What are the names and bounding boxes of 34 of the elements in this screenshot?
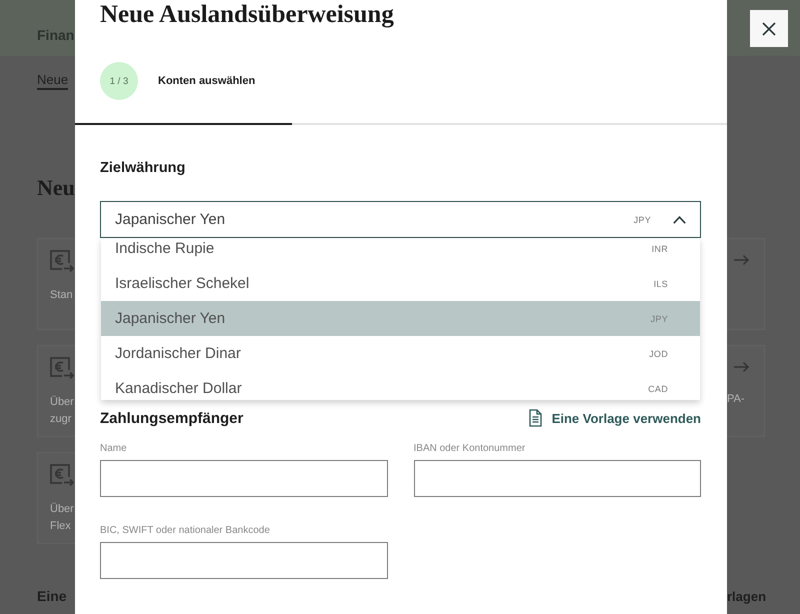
chevron-up-icon <box>673 216 686 224</box>
dialog-title: Neue Auslandsüberweisung <box>100 2 394 28</box>
field-label: BIC, SWIFT oder nationaler Bankcode <box>100 525 271 536</box>
step-indicator: 1 / 3 <box>100 62 138 100</box>
step-label: Konten auswählen <box>158 75 256 87</box>
currency-option[interactable]: Kanadischer Dollar CAD <box>101 371 700 400</box>
section-heading: Eine <box>37 588 67 605</box>
field-label: IBAN oder Kontonummer <box>414 443 526 454</box>
euro-transfer-icon <box>50 464 75 487</box>
section-heading: Zahlungsempfänger <box>100 410 244 426</box>
section-heading: rlagen <box>727 588 765 605</box>
template-link[interactable]: Eine Vorlage verwenden <box>528 409 701 427</box>
text-field[interactable] <box>414 460 701 497</box>
card-description: PA- <box>727 392 745 407</box>
text-field[interactable] <box>100 460 388 497</box>
field-label: Name <box>100 443 128 454</box>
field-heading: Zielwährung <box>100 159 186 177</box>
currency-option[interactable]: Israelischer Schekel ILS <box>101 266 700 301</box>
currency-option[interactable]: Indische Rupie INR <box>101 238 700 266</box>
arrow-right-icon <box>734 362 749 372</box>
card-description: Über Flex <box>50 502 75 534</box>
card-description: Über zugr <box>50 394 75 427</box>
close-icon <box>762 22 776 36</box>
text-field[interactable] <box>100 542 388 579</box>
euro-transfer-icon <box>50 250 75 273</box>
arrow-right-icon <box>734 255 749 265</box>
page-heading: Neu <box>37 174 75 202</box>
currency-option[interactable]: Jordanischer Dinar JOD <box>101 336 700 371</box>
document-icon <box>528 409 542 427</box>
euro-transfer-icon <box>50 357 75 380</box>
currency-select[interactable]: Japanischer Yen JPY <box>100 201 701 238</box>
currency-option[interactable]: Japanischer Yen JPY <box>101 301 700 336</box>
card-description: Stan <box>50 288 74 303</box>
close-button[interactable] <box>750 10 788 47</box>
